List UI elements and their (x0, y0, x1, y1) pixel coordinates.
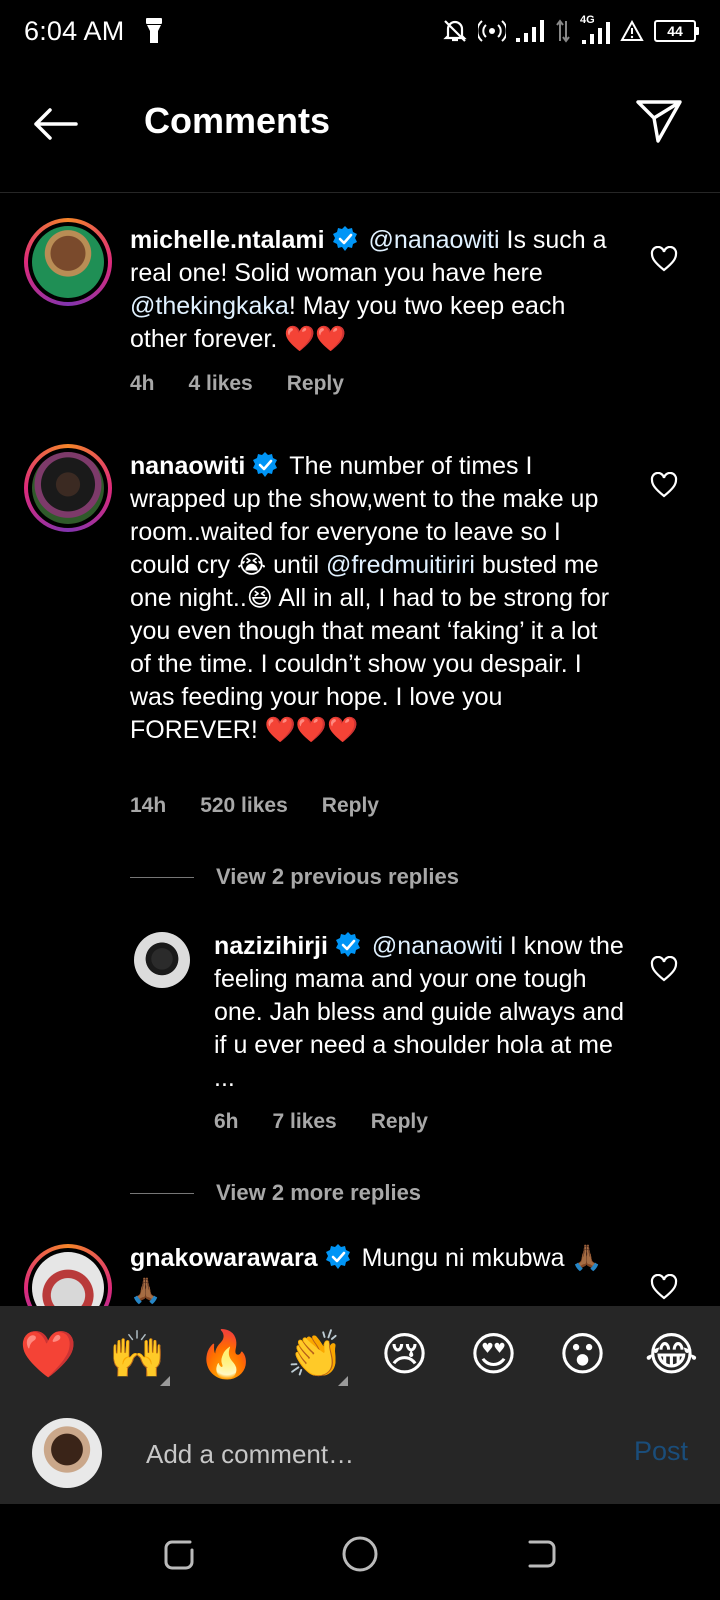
reply-meta: 6h 7 likes Reply (214, 1110, 428, 1134)
comment-meta: 4h 4 likes Reply (130, 372, 344, 396)
emoji-raised-hands[interactable]: 🙌 (100, 1306, 176, 1402)
back-arrow-icon (34, 108, 78, 140)
current-user-avatar (32, 1418, 102, 1488)
comment-body: busted me one night..😆 All in all, I had… (130, 551, 610, 744)
emoji-laughing[interactable]: 😂 (634, 1306, 710, 1402)
mention[interactable]: @nanaowiti (369, 226, 500, 254)
emoji-clap-glyph: 👏 (286, 1328, 345, 1380)
heart-icon[interactable] (650, 956, 678, 982)
emoji-quick-bar: ❤️ 🙌 🔥 👏 😢 😍 😮 😂 (0, 1306, 720, 1402)
paper-plane-icon (636, 100, 682, 143)
verified-badge-icon (253, 452, 278, 477)
status-bar: 6:04 AM 4G 44 (0, 0, 720, 66)
page-title: Comments (144, 100, 331, 141)
share-button[interactable] (634, 96, 684, 146)
emoji-heart-eyes[interactable]: 😍 (456, 1306, 532, 1402)
signal-icon (516, 20, 544, 42)
skin-tone-indicator (159, 1376, 170, 1386)
like-count[interactable]: 7 likes (273, 1110, 337, 1134)
system-nav-bar (0, 1504, 720, 1600)
recents-icon[interactable] (160, 1534, 200, 1574)
reply-text: nazizihirji @nanaowiti I know the feeling… (214, 930, 624, 1095)
emoji-raised-hands-glyph: 🙌 (108, 1328, 167, 1380)
emoji-heart[interactable]: ❤️ (11, 1306, 87, 1402)
comment-text: nanaowiti The number of times I wrapped u… (130, 450, 620, 747)
warning-icon (620, 20, 644, 41)
comment-time: 4h (130, 372, 155, 395)
emoji-crying[interactable]: 😢 (367, 1306, 443, 1402)
battery-icon: 44 (654, 20, 699, 42)
skin-tone-indicator (337, 1376, 348, 1386)
reply-button[interactable]: Reply (322, 794, 379, 818)
like-count[interactable]: 520 likes (200, 794, 288, 818)
divider-line (130, 876, 194, 878)
status-time: 6:04 AM (24, 16, 125, 46)
heart-icon[interactable] (650, 246, 678, 272)
avatar-nazizihirji[interactable] (134, 932, 190, 988)
verified-badge-icon (335, 932, 360, 957)
battery-level: 44 (667, 23, 683, 39)
username[interactable]: gnakowarawara (130, 1244, 318, 1272)
view-previous-replies[interactable]: View 2 previous replies (130, 864, 459, 890)
verified-badge-icon (332, 226, 357, 251)
view-more-replies[interactable]: View 2 more replies (130, 1180, 421, 1206)
back-icon[interactable] (520, 1534, 560, 1574)
mention[interactable]: @fredmuitiriri (326, 551, 475, 579)
heart-icon[interactable] (650, 472, 678, 498)
home-icon[interactable] (340, 1534, 380, 1574)
post-button[interactable]: Post (634, 1436, 688, 1467)
back-button[interactable] (30, 100, 80, 148)
username[interactable]: nanaowiti (130, 452, 245, 480)
torch-icon (146, 18, 162, 43)
emoji-fire[interactable]: 🔥 (189, 1306, 265, 1402)
username[interactable]: michelle.ntalami (130, 226, 325, 254)
header: Comments (0, 82, 720, 192)
status-icons: 4G 44 (442, 14, 699, 44)
hotspot-icon (478, 20, 506, 42)
comment-text: michelle.ntalami @nanaowiti Is such a rea… (130, 224, 620, 356)
data-arrows-icon (556, 19, 570, 43)
view-previous-label: View 2 previous replies (216, 864, 459, 889)
view-more-label: View 2 more replies (216, 1180, 422, 1205)
avatar-michelle[interactable] (24, 218, 112, 306)
avatar-gnakowarawara[interactable] (24, 1244, 112, 1306)
mute-icon (443, 20, 467, 42)
divider-line (130, 1192, 194, 1194)
emoji-clap[interactable]: 👏 (278, 1306, 354, 1402)
signal-4g-icon: 4G (580, 14, 610, 44)
like-count[interactable]: 4 likes (189, 372, 253, 396)
emoji-surprised[interactable]: 😮 (545, 1306, 621, 1402)
username[interactable]: nazizihirji (214, 932, 328, 960)
comment-meta: 14h 520 likes Reply (130, 794, 379, 818)
avatar-nanaowiti[interactable] (24, 444, 112, 532)
verified-badge-icon (325, 1244, 350, 1269)
heart-icon[interactable] (650, 1274, 678, 1300)
comment-text: gnakowarawara Mungu ni mkubwa 🙏🏾🙏🏾 (130, 1244, 620, 1306)
comment-time: 14h (130, 794, 167, 817)
mention[interactable]: @nanaowiti (372, 932, 503, 960)
comment-input[interactable] (144, 1428, 588, 1480)
comment-gnakowarawara: gnakowarawara Mungu ni mkubwa 🙏🏾🙏🏾 (0, 1244, 720, 1306)
header-divider (0, 192, 720, 193)
reply-button[interactable]: Reply (371, 1110, 428, 1134)
mention[interactable]: @thekingkaka (130, 292, 289, 320)
reply-button[interactable]: Reply (287, 372, 344, 396)
compose-bar: Post (0, 1402, 720, 1504)
reply-time: 6h (214, 1110, 239, 1133)
